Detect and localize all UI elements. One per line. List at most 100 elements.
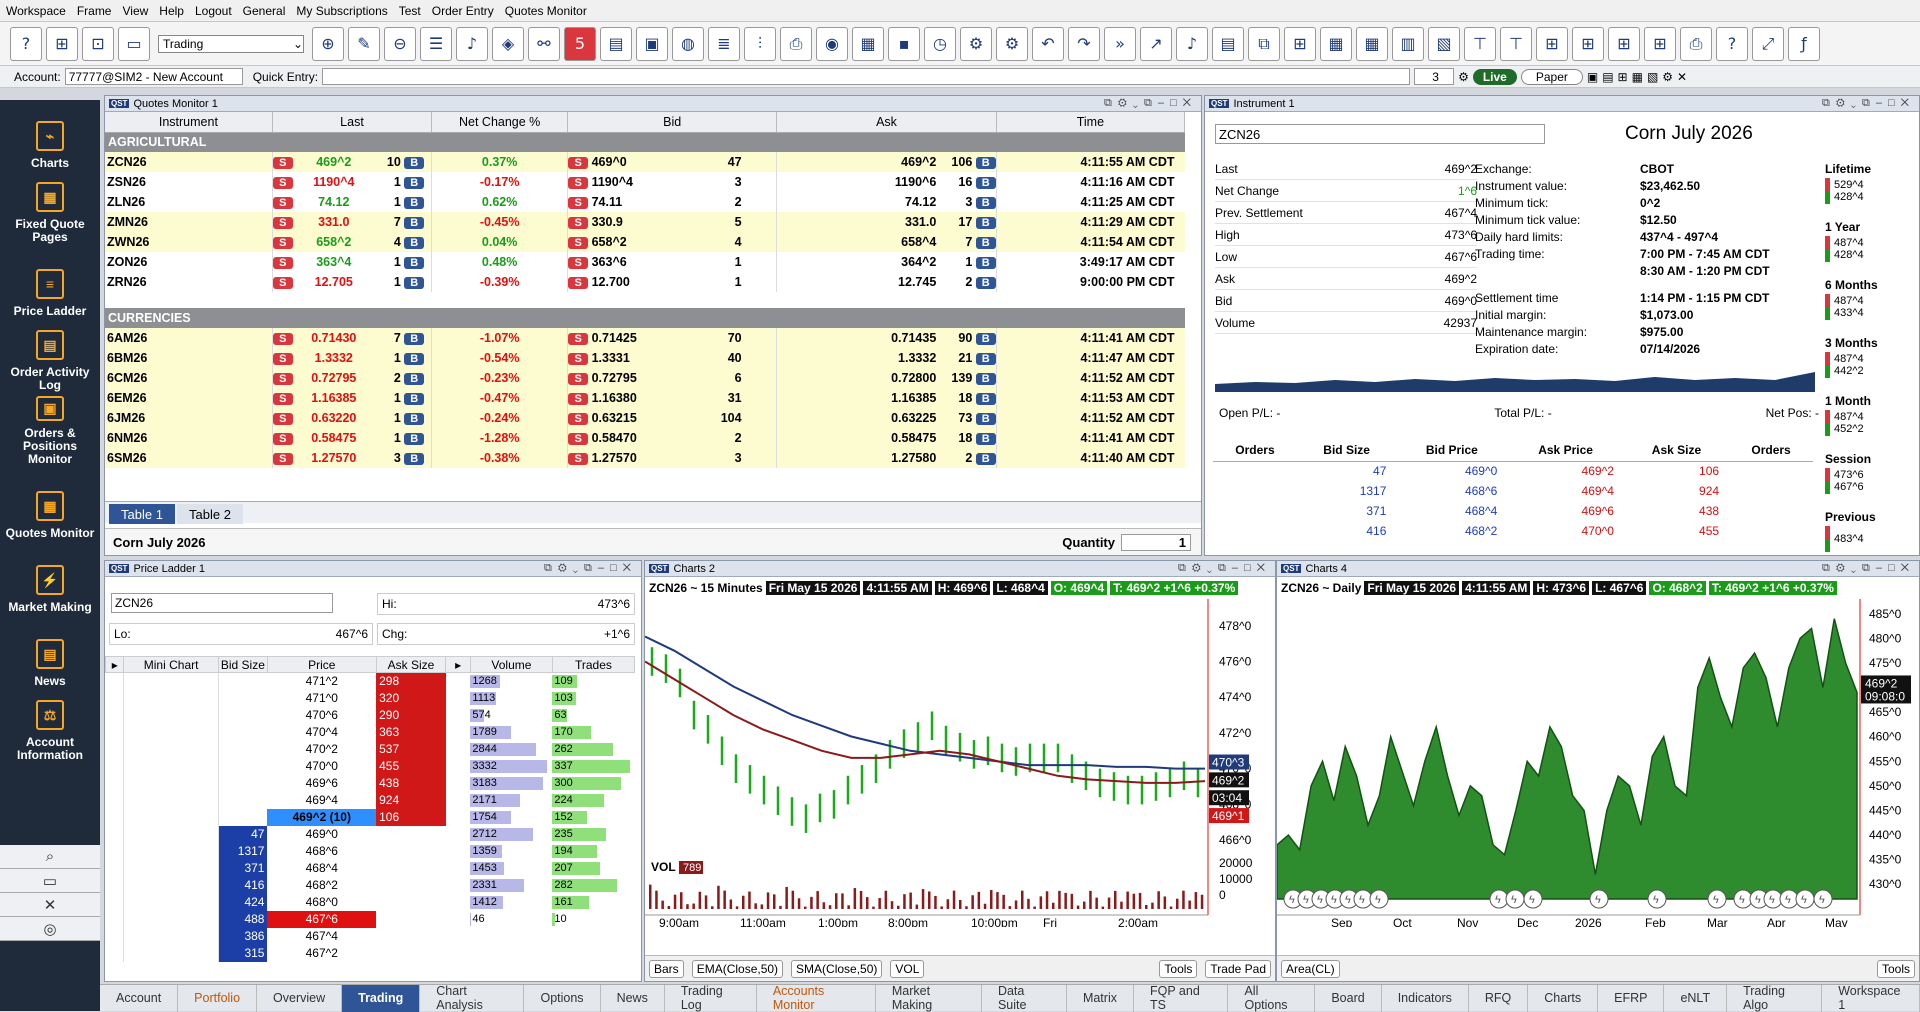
bid-size-cell[interactable] <box>218 775 267 792</box>
ask-size-cell[interactable]: 924 <box>376 791 446 809</box>
grid-icon[interactable]: ▦ <box>1356 26 1388 61</box>
buy-button[interactable]: B <box>975 257 996 269</box>
buy-button[interactable]: B <box>975 393 996 405</box>
tab-options[interactable]: Options <box>524 984 601 1012</box>
quote-row[interactable]: 6BM26 S 1.3332 1 B -0.54% S 1.3331 40 1.3332 21 … <box>105 348 1185 368</box>
print2-icon[interactable]: ⎙ <box>1680 26 1712 61</box>
price-cell[interactable]: 470^2 <box>267 741 376 758</box>
tab-table-1[interactable]: Table 1 <box>109 504 175 524</box>
workspace-select[interactable]: Trading ⌄ <box>158 34 304 53</box>
price-cell[interactable]: 468^4 <box>267 860 376 877</box>
price-cell[interactable]: 470^0 <box>267 758 376 775</box>
buy-button[interactable]: B <box>975 353 996 365</box>
buy-button[interactable]: B <box>404 277 425 289</box>
buy-button[interactable]: B <box>404 453 425 465</box>
tools-icon[interactable]: ✕ <box>0 893 100 917</box>
timer-icon[interactable]: ◷ <box>924 26 956 61</box>
tools-plus-icon[interactable]: ⊤ <box>1500 26 1532 61</box>
window-icon[interactable]: ▭ <box>0 869 100 893</box>
buy-button[interactable]: B <box>975 157 996 169</box>
tab-charts[interactable]: Charts <box>1528 984 1599 1012</box>
tab-news[interactable]: News <box>601 984 665 1012</box>
ask-size-cell[interactable] <box>376 860 446 877</box>
quote-row[interactable]: ZSN26 S 1190^4 1 B -0.17% S 1190^4 3 1190^6 16 B… <box>105 172 1185 192</box>
ladder-row[interactable]: 471^0 320 1113 103 <box>105 689 635 707</box>
doc-icon[interactable]: ▤ <box>1212 26 1244 61</box>
sidebar-item-charts[interactable]: ⌁ Charts <box>0 100 100 174</box>
quote-row[interactable]: ZON26 S 363^4 1 B 0.48% S 363^6 1 364^2 1 B 3:49:… <box>105 252 1185 272</box>
network-icon[interactable]: ⧉ <box>1248 26 1280 61</box>
sell-button[interactable]: S <box>272 157 293 169</box>
bid-size-cell[interactable] <box>218 758 267 775</box>
bid-size-cell[interactable] <box>218 724 267 741</box>
tab-indicators[interactable]: Indicators <box>1382 984 1469 1012</box>
list-icon[interactable]: ☰ <box>420 26 452 61</box>
gear-plus-icon[interactable]: ⚙ <box>996 26 1028 61</box>
ladder-row[interactable]: 469^6 438 3183 300 <box>105 774 635 792</box>
buy-button[interactable]: B <box>975 217 996 229</box>
column-header[interactable]: Net Change % <box>431 112 569 133</box>
order-icon[interactable]: ▧ <box>1428 26 1460 61</box>
ladder-row[interactable]: 470^4 363 1789 170 <box>105 723 635 741</box>
column-header[interactable]: Ask <box>776 112 997 133</box>
quote-row[interactable]: ZLN26 S 74.12 1 B 0.62% S 74.11 2 74.12 3 B 4:11:… <box>105 192 1185 212</box>
ask-size-cell[interactable] <box>376 911 446 928</box>
more-icon[interactable]: » <box>1104 26 1136 61</box>
buy-button[interactable]: B <box>975 453 996 465</box>
sell-button[interactable]: S <box>272 453 293 465</box>
bell-icon[interactable]: ♪ <box>456 26 488 61</box>
quote-row[interactable]: ZMN26 S 331.0 7 B -0.45% S 330.9 5 331.0 17 B 4:1… <box>105 212 1185 232</box>
sell-button[interactable]: S <box>568 393 589 405</box>
print-icon[interactable]: ⎙ <box>780 26 812 61</box>
ask-size-cell[interactable]: 455 <box>376 757 446 775</box>
palette-icon[interactable]: ◍ <box>672 26 704 61</box>
sell-button[interactable]: S <box>272 393 293 405</box>
globe-icon[interactable]: ◎ <box>0 917 100 941</box>
sidebar-item-market-making[interactable]: ⚡ Market Making <box>0 544 100 618</box>
bid-size-cell[interactable] <box>218 690 267 707</box>
trend-icon[interactable]: ↗ <box>1140 26 1172 61</box>
sidebar-item-quotes-monitor[interactable]: ▦ Quotes Monitor <box>0 470 100 544</box>
tab-board[interactable]: Board <box>1315 984 1382 1012</box>
price-cell[interactable]: 470^4 <box>267 724 376 741</box>
buy-button[interactable]: B <box>404 157 425 169</box>
calendar-icon[interactable]: ▦ <box>852 26 884 61</box>
alert-icon[interactable]: ◈ <box>492 26 524 61</box>
menu-item-workspace[interactable]: Workspace <box>6 4 66 18</box>
quote-row[interactable]: 6AM26 S 0.71430 7 B -1.07% S 0.71425 70 0.71435… <box>105 328 1185 348</box>
sidebar-item-order-log[interactable]: ▤ Order Activity Log <box>0 322 100 396</box>
camera-icon[interactable]: ◉ <box>816 26 848 61</box>
ask-size-cell[interactable] <box>376 928 446 945</box>
buy-button[interactable]: B <box>404 257 425 269</box>
ask-size-cell[interactable] <box>376 843 446 860</box>
sell-button[interactable]: S <box>568 373 589 385</box>
sell-button[interactable]: S <box>272 433 293 445</box>
buy-button[interactable]: B <box>404 197 425 209</box>
menu-item-frame[interactable]: Frame <box>77 4 112 18</box>
grid-add-icon[interactable]: ⊞ <box>1536 26 1568 61</box>
tab-rfq[interactable]: RFQ <box>1469 984 1529 1012</box>
column-header[interactable]: Bid <box>567 112 778 133</box>
menu-item-help[interactable]: Help <box>159 4 184 18</box>
ladder-row[interactable]: 47 469^0 2712 235 <box>105 825 635 843</box>
price-cell[interactable]: 467^6 <box>267 910 377 928</box>
price-cell[interactable]: 467^4 <box>267 928 376 945</box>
save-icon[interactable]: ▪ <box>888 26 920 61</box>
quote-row[interactable]: ZCN26 S 469^2 10 B 0.37% S 469^0 47 469^2 106 B4… <box>105 152 1185 172</box>
tab-efrp[interactable]: EFRP <box>1598 984 1665 1012</box>
price-cell[interactable]: 471^0 <box>267 690 376 707</box>
sell-button[interactable]: S <box>568 237 589 249</box>
buy-button[interactable]: B <box>975 433 996 445</box>
tab-trading-log[interactable]: Trading Log <box>665 984 757 1012</box>
undo-icon[interactable]: ↶ <box>1032 26 1064 61</box>
quote-row[interactable]: 6NM26 S 0.58475 1 B -1.28% S 0.58470 2 0.58475 1… <box>105 428 1185 448</box>
sell-button[interactable]: S <box>568 433 589 445</box>
sell-button[interactable]: S <box>568 277 589 289</box>
dom-row[interactable]: 47 469^0 469^2 106 <box>1213 461 1813 481</box>
ask-size-cell[interactable] <box>376 894 446 911</box>
sidebar-item-fixed-quote[interactable]: ▦ Fixed Quote Pages <box>0 174 100 248</box>
tab-fqp-and-ts[interactable]: FQP and TS <box>1134 984 1229 1012</box>
buy-button[interactable]: B <box>975 237 996 249</box>
ask-size-cell[interactable]: 438 <box>376 774 446 792</box>
paper-toggle[interactable]: Paper <box>1520 68 1583 85</box>
